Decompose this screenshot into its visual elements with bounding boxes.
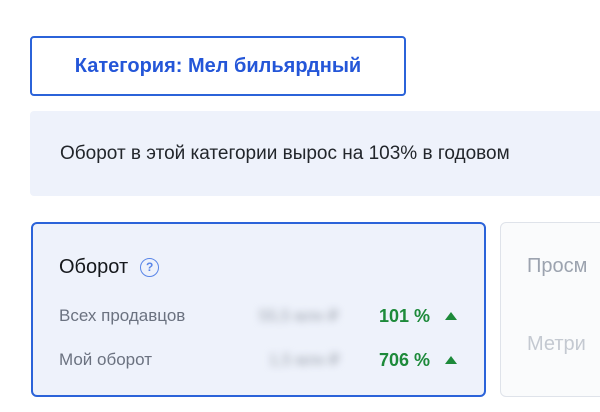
info-banner: Оборот в этой категории вырос на 103% в … [30,111,600,196]
views-card[interactable]: Просм Метри [500,222,600,397]
metric-row-all-sellers: Всех продавцов 55,5 млн ₽ 101 % [59,306,469,328]
side-card-subtitle: Метри [527,333,586,355]
turnover-card[interactable]: Оборот ? Всех продавцов 55,5 млн ₽ 101 %… [31,222,486,397]
percent-change: 101 % [379,306,431,326]
row-label: Всех продавцов [59,306,186,325]
trend-up-icon [445,356,457,364]
row-label: Мой оборот [59,350,152,369]
category-chip[interactable]: Категория: Мел бильярдный [30,36,406,96]
side-card-title: Просм [527,255,588,277]
card-title-row: Оборот ? [59,256,160,279]
percent-change: 706 % [379,350,431,370]
question-circle-icon[interactable]: ? [140,258,160,277]
card-title: Оборот [59,256,129,278]
info-banner-text: Оборот в этой категории вырос на 103% в … [60,142,510,164]
metric-row-my-turnover: Мой оборот 1,5 млн ₽ 706 % [59,350,469,372]
trend-up-icon [445,312,457,320]
blurred-value: 55,5 млн ₽ [259,308,339,325]
category-chip-label: Категория: Мел бильярдный [74,54,362,77]
blurred-value: 1,5 млн ₽ [269,352,340,369]
